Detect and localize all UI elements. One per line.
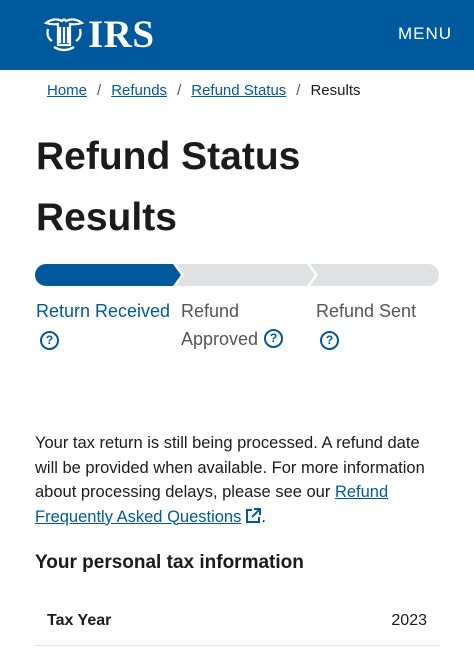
- question-circle-icon[interactable]: ?: [320, 331, 339, 350]
- breadcrumb: Home / Refunds / Refund Status / Results: [47, 82, 361, 99]
- tax-year-row: Tax Year 2023: [35, 604, 439, 646]
- step-label-line2: Approved: [181, 329, 259, 349]
- eagle-seal-icon: [43, 18, 85, 52]
- tax-year-label: Tax Year: [47, 612, 112, 629]
- step-label: Return Received: [36, 301, 171, 321]
- question-circle-icon[interactable]: ?: [40, 331, 59, 350]
- step-refund-sent: Refund Sent: [316, 297, 416, 325]
- progress-segment-2: [176, 264, 315, 286]
- breadcrumb-separator: /: [296, 82, 301, 99]
- external-link-icon[interactable]: [245, 507, 262, 524]
- breadcrumb-separator: /: [177, 82, 182, 99]
- status-message-end: .: [261, 507, 266, 526]
- irs-logo[interactable]: IRS: [42, 14, 155, 56]
- progress-bar: [35, 264, 439, 286]
- status-message: Your tax return is still being processed…: [35, 431, 445, 529]
- breadcrumb-refunds-link[interactable]: Refunds: [111, 82, 167, 99]
- tax-year-value: 2023: [391, 612, 427, 629]
- menu-button[interactable]: MENU: [398, 24, 452, 44]
- step-return-received: Return Received: [36, 297, 170, 325]
- breadcrumb-refund-status-link[interactable]: Refund Status: [191, 82, 286, 99]
- page-title-line2: Results: [36, 196, 177, 239]
- page-title: Refund Status Results: [36, 126, 436, 248]
- logo-text: IRS: [88, 13, 155, 56]
- question-circle-icon[interactable]: ?: [264, 328, 284, 348]
- page-title-line1: Refund Status: [36, 135, 301, 178]
- progress-segment-3: [310, 264, 439, 286]
- top-banner: IRS MENU: [0, 0, 474, 70]
- step-refund-approved: Refund Approved?: [181, 297, 284, 353]
- personal-info-heading: Your personal tax information: [35, 552, 304, 573]
- breadcrumb-current: Results: [310, 82, 361, 99]
- breadcrumb-home-link[interactable]: Home: [47, 82, 87, 99]
- step-label: Refund Sent: [316, 301, 417, 321]
- step-label: Refund: [181, 301, 240, 321]
- breadcrumb-separator: /: [97, 82, 102, 99]
- progress-segment-1: [35, 264, 181, 286]
